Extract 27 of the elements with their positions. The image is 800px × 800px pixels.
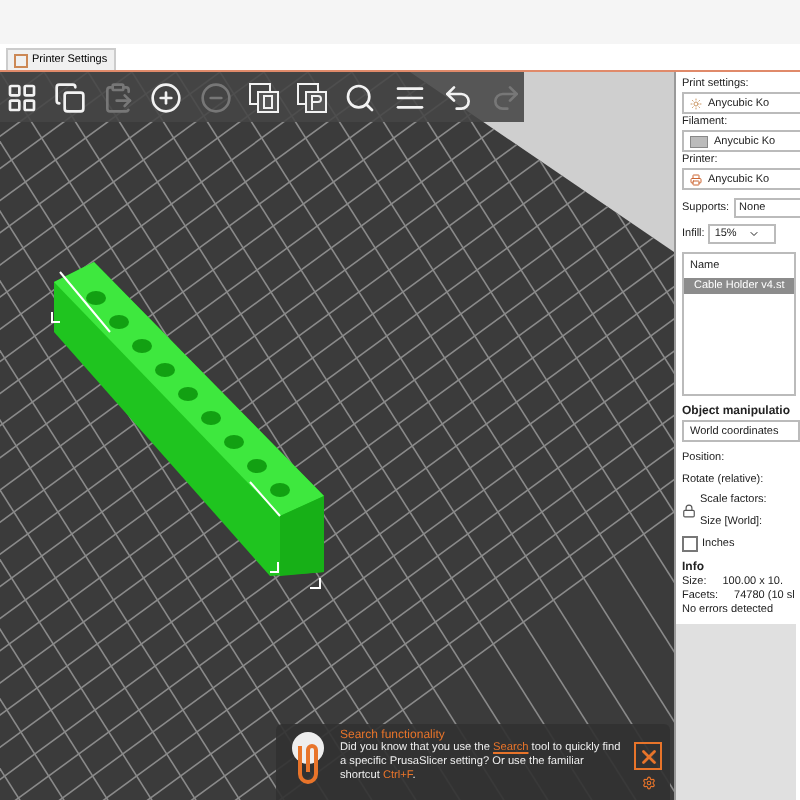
boxes-icon (247, 81, 280, 113)
copy-button[interactable] (52, 79, 88, 115)
search-icon (344, 81, 377, 113)
boxes-icon (296, 81, 329, 113)
print-settings-button[interactable] (295, 79, 330, 115)
search-button[interactable] (343, 79, 379, 115)
chevron-icon (748, 228, 761, 240)
swatch-icon (690, 135, 708, 147)
variable-height-button[interactable] (246, 79, 282, 115)
lock-icon[interactable] (682, 504, 696, 518)
inches-checkbox[interactable] (682, 536, 698, 552)
add-button[interactable] (149, 79, 185, 115)
close-button[interactable] (634, 742, 662, 770)
copy-icon (53, 81, 86, 113)
add-icon (150, 81, 183, 113)
printer-icon (690, 173, 702, 185)
remove-icon (199, 81, 232, 113)
paste-icon (102, 81, 135, 113)
close-icon (637, 745, 659, 767)
settings-icon[interactable] (641, 776, 655, 790)
arrange-icon (5, 81, 38, 113)
undo-icon (442, 81, 475, 113)
arrange-button[interactable] (4, 79, 39, 115)
tab-icon (14, 53, 28, 67)
layers-icon (393, 81, 426, 113)
sun-icon (690, 97, 702, 109)
redo-icon (490, 81, 523, 113)
